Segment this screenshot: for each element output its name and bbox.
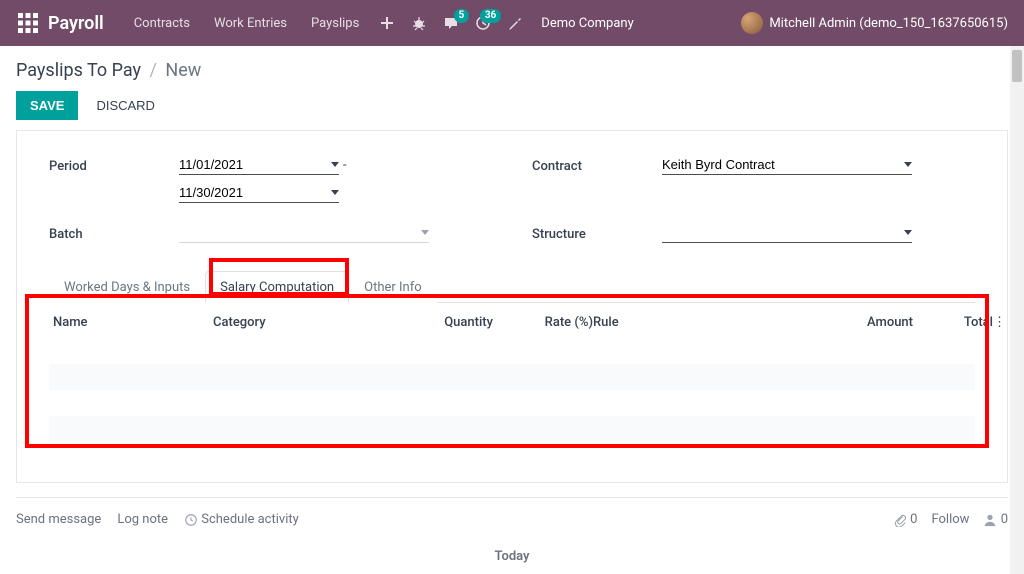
chevron-down-icon bbox=[421, 230, 429, 235]
followers[interactable]: 0 bbox=[983, 512, 1008, 527]
label-batch: Batch bbox=[49, 223, 179, 242]
table-row bbox=[49, 364, 975, 390]
follow-button[interactable]: Follow bbox=[931, 512, 969, 527]
nav-contracts[interactable]: Contracts bbox=[122, 16, 202, 31]
activities-badge: 36 bbox=[480, 9, 501, 23]
tabbar: Worked Days & Inputs Salary Computation … bbox=[49, 271, 975, 303]
chevron-down-icon bbox=[904, 162, 912, 167]
col-category[interactable]: Category bbox=[213, 315, 373, 330]
discard-button[interactable]: DISCARD bbox=[92, 91, 159, 120]
col-name[interactable]: Name bbox=[53, 315, 213, 330]
tools-icon[interactable] bbox=[499, 15, 531, 31]
field-period: Period - bbox=[49, 155, 492, 203]
user-name: Mitchell Admin (demo_150_1637650615) bbox=[769, 16, 1008, 31]
field-structure: Structure bbox=[532, 223, 975, 243]
today-separator: Today bbox=[16, 541, 1008, 564]
chevron-down-icon bbox=[331, 190, 339, 195]
label-period: Period bbox=[49, 155, 179, 174]
tab-worked-days[interactable]: Worked Days & Inputs bbox=[49, 271, 205, 303]
attachments[interactable]: 0 bbox=[893, 512, 918, 527]
scroll-thumb[interactable] bbox=[1012, 50, 1022, 82]
period-to[interactable] bbox=[179, 183, 339, 203]
person-icon bbox=[983, 513, 997, 527]
chevron-down-icon bbox=[331, 162, 339, 167]
avatar bbox=[741, 12, 763, 34]
batch-select[interactable] bbox=[179, 223, 429, 243]
contract-select[interactable] bbox=[662, 155, 912, 175]
col-amount[interactable]: Amount bbox=[793, 315, 913, 330]
tab-other-info[interactable]: Other Info bbox=[349, 271, 437, 303]
scrollbar[interactable] bbox=[1010, 46, 1024, 574]
period-dash: - bbox=[339, 158, 351, 173]
bug-icon[interactable] bbox=[403, 15, 435, 31]
company-name[interactable]: Demo Company bbox=[531, 16, 643, 31]
user-menu[interactable]: Mitchell Admin (demo_150_1637650615) bbox=[733, 12, 1016, 34]
label-structure: Structure bbox=[532, 223, 662, 242]
apps-icon[interactable] bbox=[18, 13, 38, 33]
col-quantity[interactable]: Quantity bbox=[373, 315, 493, 330]
log-note[interactable]: Log note bbox=[117, 512, 168, 527]
topbar: Payroll Contracts Work Entries Payslips … bbox=[0, 0, 1024, 46]
paperclip-icon bbox=[893, 513, 907, 527]
tab-salary-computation[interactable]: Salary Computation bbox=[205, 271, 349, 303]
label-contract: Contract bbox=[532, 155, 662, 174]
contract-input[interactable] bbox=[662, 157, 900, 172]
period-to-input[interactable] bbox=[179, 185, 327, 200]
batch-input[interactable] bbox=[179, 225, 417, 240]
col-rule[interactable]: Rule bbox=[593, 315, 793, 330]
period-from[interactable] bbox=[179, 155, 339, 175]
field-batch: Batch bbox=[49, 223, 492, 243]
nav-work-entries[interactable]: Work Entries bbox=[202, 16, 299, 31]
salary-table: Name Category Quantity Rate (%) Rule Amo… bbox=[49, 307, 975, 442]
app-brand[interactable]: Payroll bbox=[48, 13, 104, 34]
clock-icon bbox=[184, 513, 198, 527]
structure-select[interactable] bbox=[662, 223, 912, 243]
schedule-activity[interactable]: Schedule activity bbox=[184, 512, 299, 527]
col-total[interactable]: Total bbox=[913, 315, 993, 330]
table-row bbox=[49, 390, 975, 416]
breadcrumb-current: New bbox=[165, 60, 201, 81]
plus-icon[interactable] bbox=[371, 15, 403, 31]
col-rate[interactable]: Rate (%) bbox=[493, 315, 593, 330]
form-sheet: Period - bbox=[16, 130, 1008, 483]
control-panel: Payslips To Pay / New SAVE DISCARD bbox=[0, 46, 1024, 130]
table-row bbox=[49, 338, 975, 364]
breadcrumb-parent[interactable]: Payslips To Pay bbox=[16, 60, 141, 81]
breadcrumb-sep: / bbox=[146, 60, 161, 81]
save-button[interactable]: SAVE bbox=[16, 91, 78, 120]
nav-payslips[interactable]: Payslips bbox=[299, 16, 371, 31]
messages-icon[interactable]: 5 bbox=[435, 15, 467, 31]
table-header: Name Category Quantity Rate (%) Rule Amo… bbox=[49, 307, 975, 338]
activities-icon[interactable]: 36 bbox=[467, 15, 499, 31]
field-contract: Contract bbox=[532, 155, 975, 203]
period-from-input[interactable] bbox=[179, 157, 327, 172]
breadcrumb: Payslips To Pay / New bbox=[16, 60, 1008, 81]
structure-input[interactable] bbox=[662, 225, 900, 240]
send-message[interactable]: Send message bbox=[16, 512, 101, 527]
table-row bbox=[49, 416, 975, 442]
chatter: Send message Log note Schedule activity … bbox=[16, 497, 1008, 541]
chevron-down-icon bbox=[904, 230, 912, 235]
